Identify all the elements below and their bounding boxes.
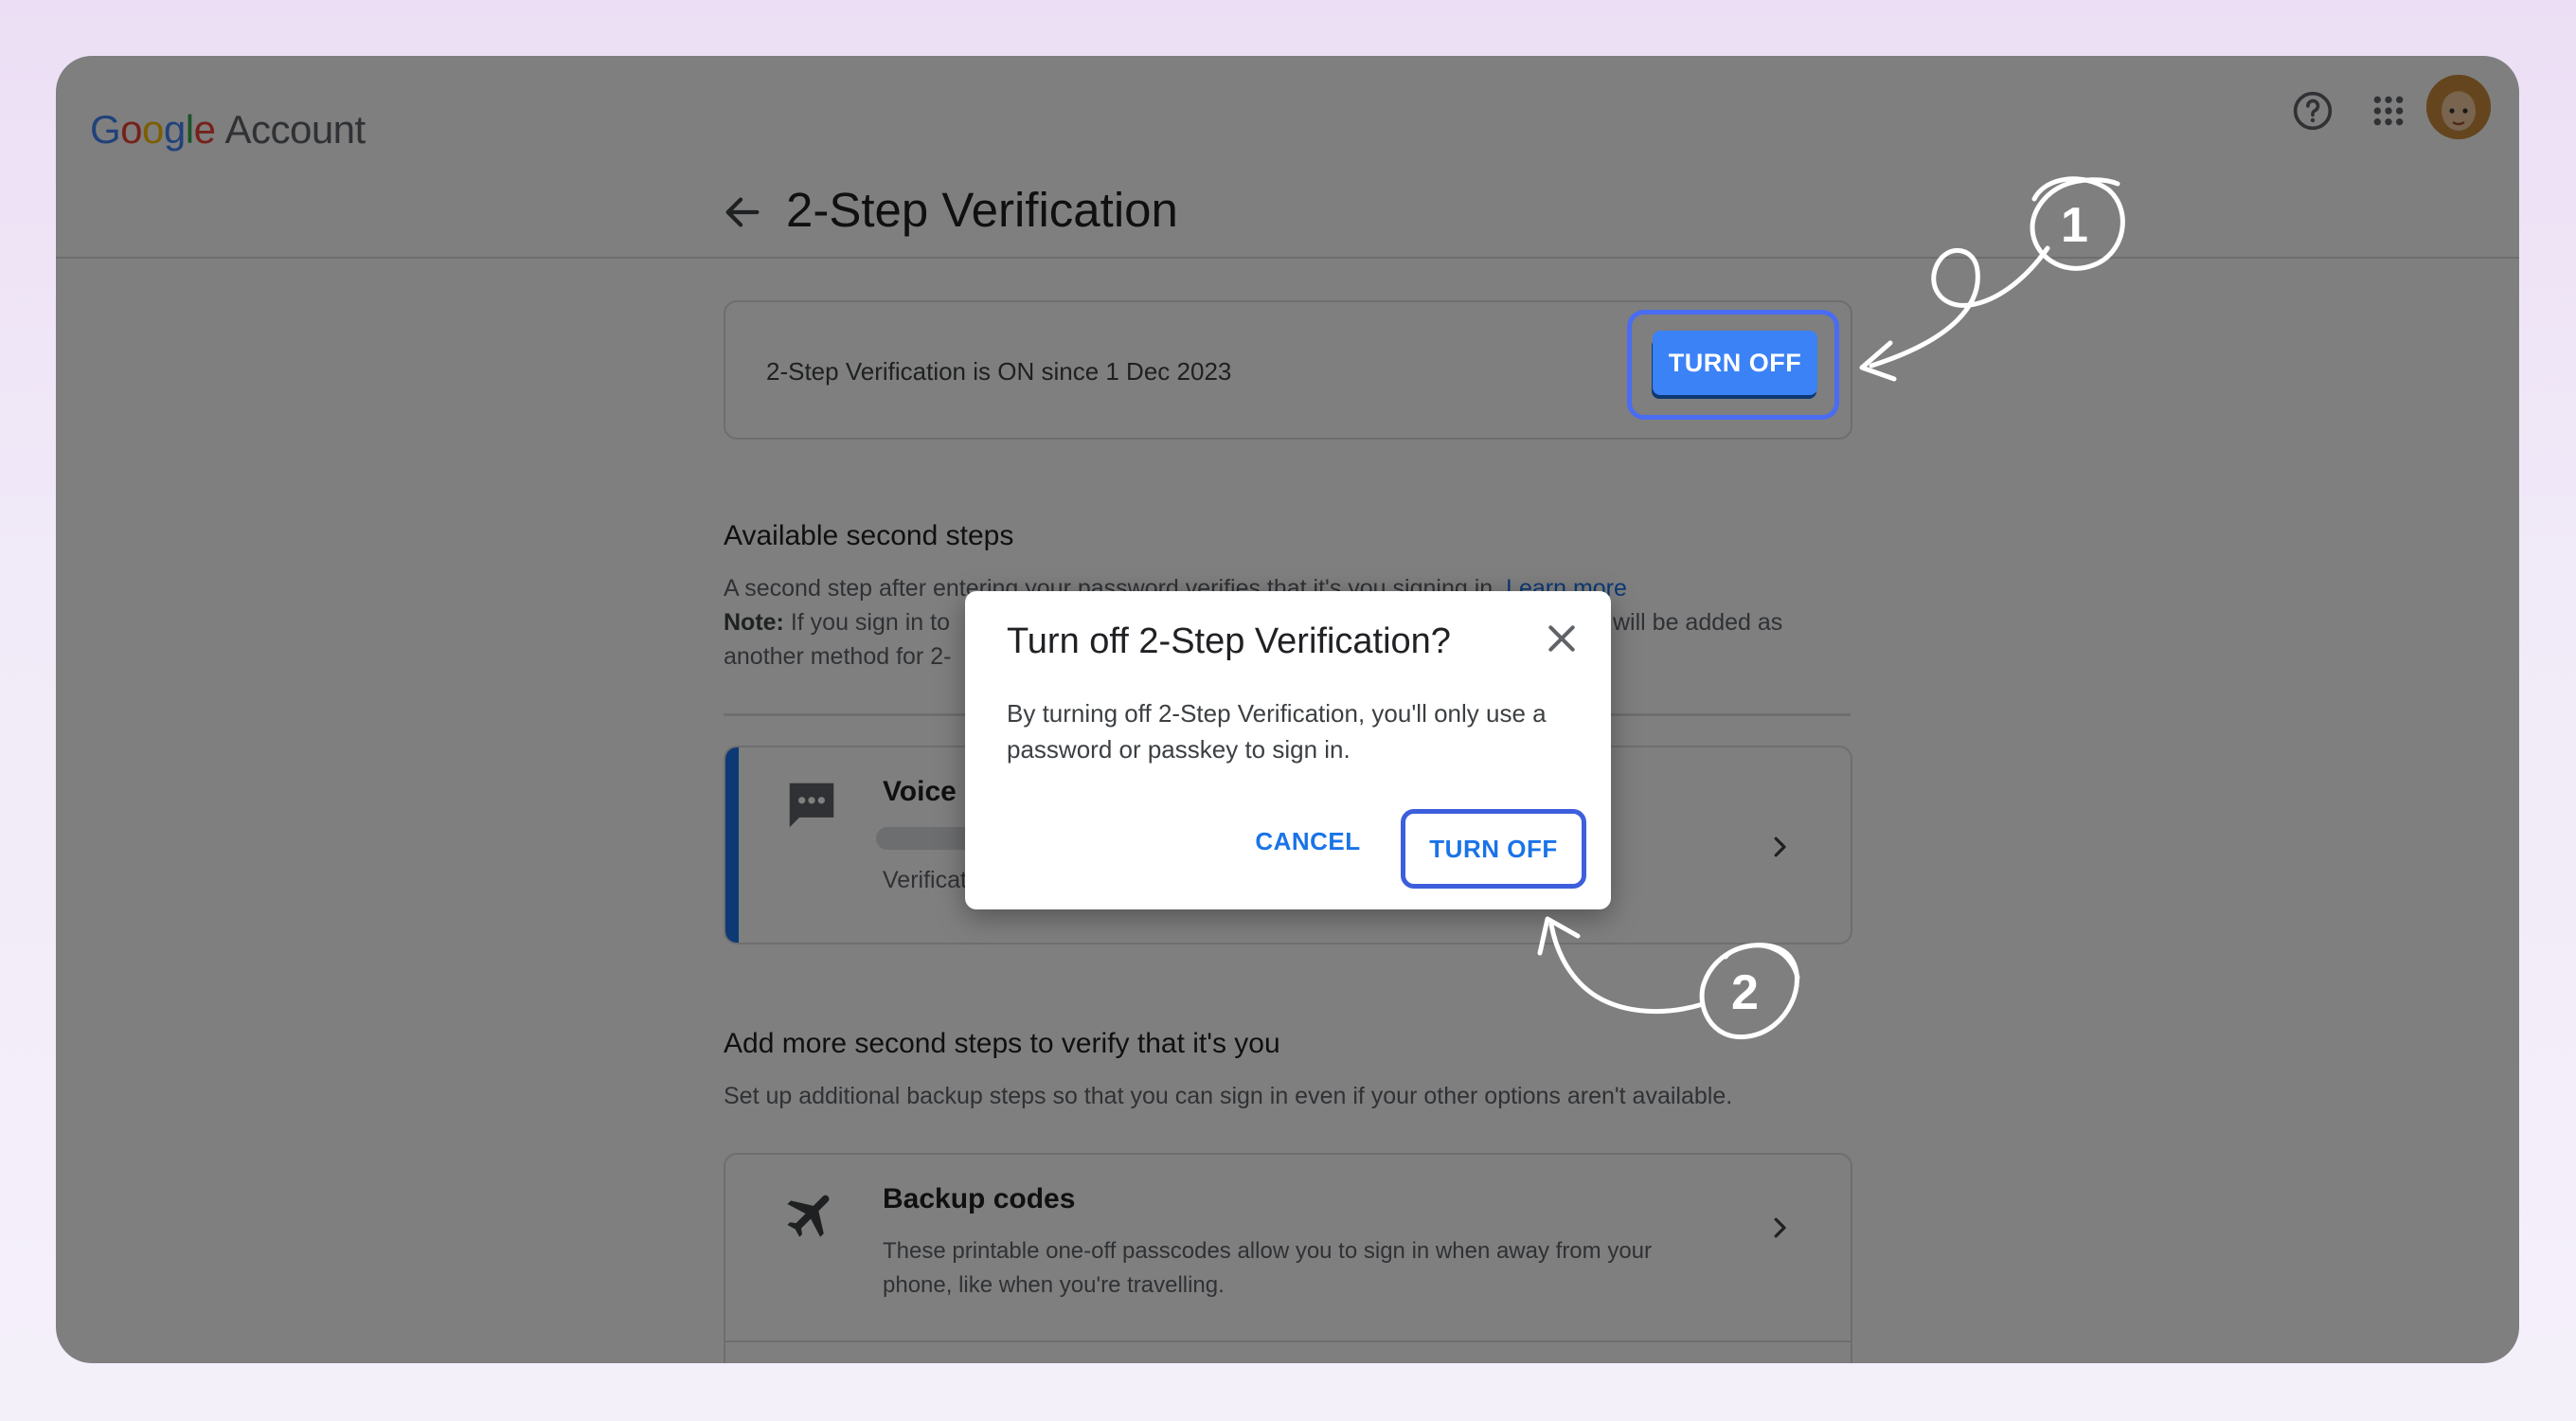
annotation-number-1: 1 bbox=[2061, 198, 2088, 253]
cancel-button[interactable]: CANCEL bbox=[1253, 817, 1363, 866]
dialog-title: Turn off 2-Step Verification? bbox=[1007, 621, 1451, 661]
close-icon[interactable] bbox=[1543, 620, 1581, 657]
confirm-turn-off-button[interactable]: TURN OFF bbox=[1401, 809, 1586, 889]
annotation-number-2: 2 bbox=[1731, 965, 1759, 1020]
dialog-body: By turning off 2-Step Verification, you'… bbox=[1007, 699, 1547, 764]
browser-frame: GoogleAccount 2-Step Ve bbox=[56, 56, 2519, 1363]
turn-off-button-highlighted[interactable]: TURN OFF bbox=[1653, 331, 1817, 395]
turn-off-dialog: Turn off 2-Step Verification? By turning… bbox=[965, 591, 1611, 909]
